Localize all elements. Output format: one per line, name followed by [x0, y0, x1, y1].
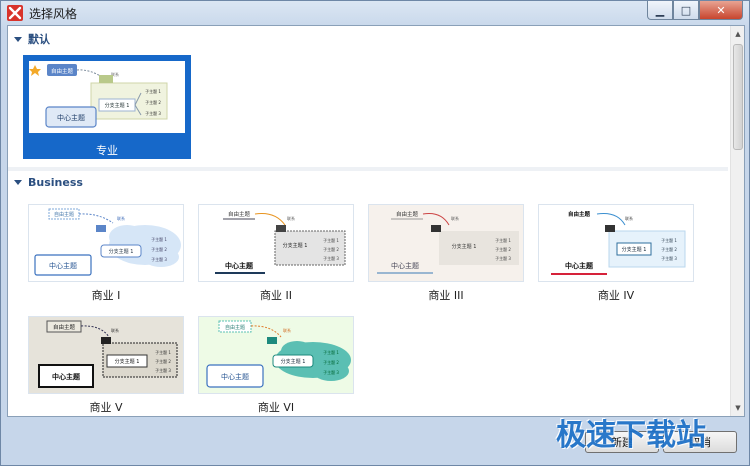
style-thumbnail: 自由主题 联系 分支主题 1 子主题 1 子主题 2 子主题 3 中心主题 [29, 61, 185, 133]
section-label-default: 默认 [28, 33, 50, 46]
vertical-scrollbar[interactable]: ▲ ▼ [730, 26, 744, 416]
free-topic-text: 自由主题 [225, 324, 245, 331]
style-card-business-3[interactable]: 自由主题 联系 分支主题 1 子主题 1 子主题 2 子主题 3 中心主题 商业… [368, 204, 524, 302]
free-topic-text: 自由主题 [568, 210, 591, 218]
main-topic-text: 分支主题 1 [283, 242, 308, 249]
style-card-business-1[interactable]: 自由主题 联系 分支主题 1 子主题 1 子主题 2 子主题 3 中心主题 商业… [28, 204, 184, 302]
central-topic-text: 中心主题 [49, 261, 77, 270]
collapse-triangle-icon [14, 36, 22, 42]
style-thumbnail: 自由主题 联系 分支主题 1 子主题 1 子主题 2 子主题 3 中心主题 [28, 316, 184, 394]
minimize-icon: ▁ [655, 3, 665, 17]
central-topic-text: 中心主题 [225, 261, 254, 270]
scrollbar-thumb[interactable] [733, 44, 743, 150]
link-text: 联系 [283, 327, 291, 333]
free-topic-text: 自由主题 [51, 67, 74, 75]
section-header-default[interactable]: 默认 [14, 31, 50, 47]
subtopic-text: 子主题 1 [151, 236, 167, 242]
scroll-down-icon[interactable]: ▼ [732, 401, 744, 415]
subtopic-text: 子主题 3 [323, 369, 339, 375]
style-card-business-6[interactable]: 自由主题 联系 分支主题 1 子主题 1 子主题 2 子主题 3 中心主题 商业… [198, 316, 354, 414]
site-watermark: 极速下载站 [556, 418, 706, 453]
minimize-button[interactable]: ▁ [647, 1, 673, 20]
style-thumbnail: 自由主题 联系 分支主题 1 子主题 1 子主题 2 子主题 3 中心主题 [538, 204, 694, 282]
style-thumbnail: 自由主题 联系 分支主题 1 子主题 1 子主题 2 子主题 3 中心主题 [198, 204, 354, 282]
xmind-icon [7, 5, 23, 21]
subtopic-text: 子主题 1 [661, 237, 677, 243]
free-topic-text: 自由主题 [53, 323, 76, 331]
close-icon: ✕ [716, 3, 726, 17]
dialog-window: 选择风格 ▁ □ ✕ 默认 自由主题 联系 分支主题 1 子主题 1 子主题 2… [0, 0, 750, 466]
section-divider [8, 167, 728, 171]
style-gallery: 默认 自由主题 联系 分支主题 1 子主题 1 子主题 2 子主题 3 中心主题… [7, 25, 745, 417]
style-card-business-4[interactable]: 自由主题 联系 分支主题 1 子主题 1 子主题 2 子主题 3 中心主题 商业… [538, 204, 694, 302]
subtopic-text: 子主题 3 [155, 367, 171, 373]
style-label-business-3: 商业 III [428, 289, 464, 302]
central-topic-text: 中心主题 [221, 372, 249, 381]
free-topic-text: 自由主题 [228, 210, 251, 218]
style-label-business-1: 商业 I [91, 289, 121, 302]
style-card-pro[interactable]: 自由主题 联系 分支主题 1 子主题 1 子主题 2 子主题 3 中心主题 专业 [23, 55, 191, 159]
subtopic-text: 子主题 2 [145, 99, 161, 105]
style-label-pro: 专业 [96, 144, 118, 157]
subtopic-text: 子主题 1 [145, 88, 161, 94]
collapse-triangle-icon [14, 180, 22, 185]
main-topic-text: 分支主题 1 [452, 243, 477, 250]
link-text: 联系 [625, 215, 633, 221]
window-title: 选择风格 [29, 7, 78, 21]
style-thumbnail: 自由主题 联系 分支主题 1 子主题 1 子主题 2 子主题 3 中心主题 [368, 204, 524, 282]
link-text: 联系 [287, 215, 295, 221]
style-label-business-6: 商业 VI [257, 401, 295, 414]
subtopic-text: 子主题 1 [323, 349, 339, 355]
subtopic-text: 子主题 2 [661, 246, 677, 252]
style-thumbnail: 自由主题 联系 分支主题 1 子主题 1 子主题 2 子主题 3 中心主题 [28, 204, 184, 282]
subtopic-text: 子主题 3 [495, 255, 511, 261]
subtopic-text: 子主题 1 [323, 237, 339, 243]
subtopic-text: 子主题 2 [323, 359, 339, 365]
subtopic-text: 子主题 2 [495, 246, 511, 252]
central-topic-text: 中心主题 [52, 372, 81, 381]
main-topic-text: 分支主题 1 [105, 102, 130, 109]
scroll-up-icon[interactable]: ▲ [732, 27, 744, 41]
link-text: 联系 [451, 215, 459, 221]
subtopic-text: 子主题 3 [151, 256, 167, 262]
free-topic-text: 自由主题 [54, 211, 74, 218]
maximize-button[interactable]: □ [673, 1, 699, 20]
subtopic-text: 子主题 3 [661, 255, 677, 261]
main-topic-text: 分支主题 1 [281, 358, 306, 365]
subtopic-text: 子主题 3 [145, 110, 161, 116]
style-label-business-5: 商业 V [89, 401, 123, 414]
style-card-business-2[interactable]: 自由主题 联系 分支主题 1 子主题 1 子主题 2 子主题 3 中心主题 商业… [198, 204, 354, 302]
subtopic-text: 子主题 2 [151, 246, 167, 252]
section-label-business: Business [28, 176, 83, 189]
central-topic-text: 中心主题 [565, 261, 594, 270]
free-topic-text: 自由主题 [396, 210, 419, 218]
central-topic-text: 中心主题 [391, 261, 419, 270]
star-icon [29, 65, 41, 76]
subtopic-text: 子主题 1 [495, 237, 511, 243]
link-text: 联系 [117, 215, 125, 221]
section-header-business[interactable]: Business [14, 176, 83, 189]
close-button[interactable]: ✕ [699, 1, 743, 20]
subtopic-text: 子主题 3 [323, 255, 339, 261]
main-topic-text: 分支主题 1 [109, 248, 134, 255]
style-label-business-2: 商业 II [260, 289, 292, 302]
maximize-icon: □ [680, 3, 692, 17]
style-card-business-5[interactable]: 自由主题 联系 分支主题 1 子主题 1 子主题 2 子主题 3 中心主题 商业… [28, 316, 184, 414]
main-topic-text: 分支主题 1 [115, 358, 140, 365]
subtopic-text: 子主题 1 [155, 349, 171, 355]
main-topic-text: 分支主题 1 [622, 246, 647, 253]
subtopic-text: 子主题 2 [155, 358, 171, 364]
central-topic-text: 中心主题 [57, 113, 85, 122]
link-text: 联系 [111, 327, 119, 333]
subtopic-text: 子主题 2 [323, 246, 339, 252]
title-bar[interactable]: 选择风格 ▁ □ ✕ [1, 1, 749, 25]
style-label-business-4: 商业 IV [597, 289, 635, 302]
style-thumbnail: 自由主题 联系 分支主题 1 子主题 1 子主题 2 子主题 3 中心主题 [198, 316, 354, 394]
